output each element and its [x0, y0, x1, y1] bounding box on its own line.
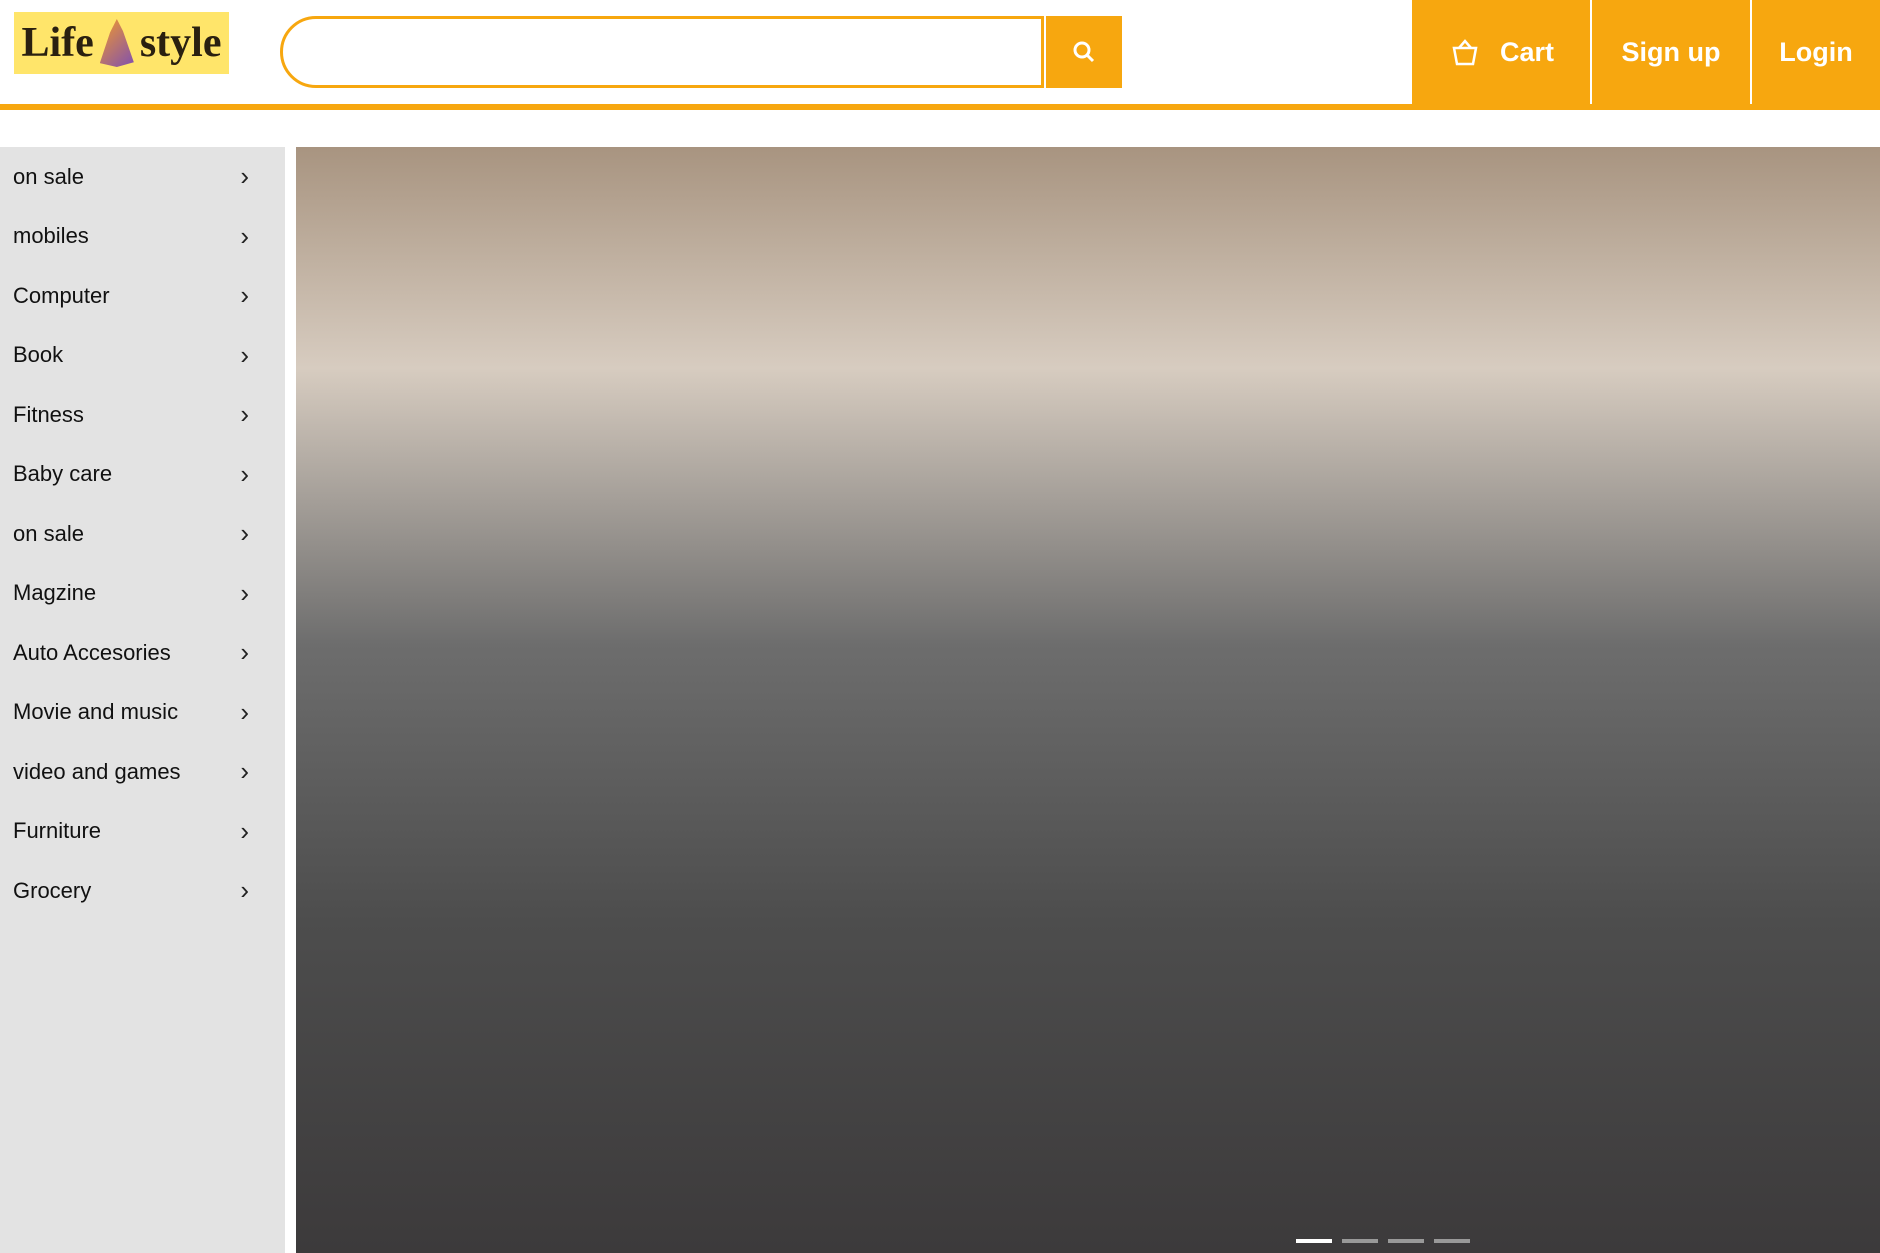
- login-button[interactable]: Login: [1750, 0, 1880, 104]
- sidebar-item-label: on sale: [13, 520, 84, 546]
- slider-dot[interactable]: [1342, 1239, 1378, 1243]
- sidebar-item[interactable]: Fitness ›: [0, 385, 285, 445]
- header-nav: Cart Sign up Login: [1410, 0, 1880, 104]
- sidebar-item-label: video and games: [13, 758, 181, 784]
- sidebar-item[interactable]: video and games ›: [0, 742, 285, 802]
- sidebar-item-label: Book: [13, 342, 64, 368]
- sidebar-item[interactable]: Grocery ›: [0, 861, 285, 921]
- search-input[interactable]: [280, 16, 1044, 88]
- slider-dot[interactable]: [1388, 1239, 1424, 1243]
- site-logo[interactable]: Life style: [14, 12, 229, 74]
- sidebar-item[interactable]: Movie and music ›: [0, 683, 285, 743]
- signup-button[interactable]: Sign up: [1590, 0, 1750, 104]
- chevron-right-icon: ›: [240, 161, 249, 192]
- slider-dot[interactable]: [1296, 1239, 1332, 1243]
- slider-dot[interactable]: [1434, 1239, 1470, 1243]
- sidebar-item-label: Movie and music: [13, 699, 179, 725]
- sidebar-item-label: Computer: [13, 282, 110, 308]
- sidebar-item-label: Furniture: [13, 818, 102, 844]
- chevron-right-icon: ›: [240, 637, 249, 668]
- chevron-right-icon: ›: [240, 280, 249, 311]
- site-header: Life style Cart Sign up Login: [0, 0, 1880, 110]
- slider-dots: [1296, 1239, 1470, 1243]
- sidebar-item-label: Fitness: [13, 401, 84, 427]
- sidebar-item[interactable]: Furniture ›: [0, 802, 285, 862]
- sidebar-item-label: on sale: [13, 163, 84, 189]
- cart-button[interactable]: Cart: [1410, 0, 1590, 104]
- cart-icon: [1452, 39, 1478, 66]
- search-button[interactable]: [1046, 16, 1122, 88]
- chevron-right-icon: ›: [240, 815, 249, 846]
- chevron-right-icon: ›: [240, 220, 249, 251]
- sidebar-item-label: Magzine: [13, 580, 97, 606]
- sidebar-item[interactable]: Book ›: [0, 326, 285, 386]
- logo-text-left: Life: [21, 20, 94, 66]
- sidebar-item-label: Grocery: [13, 877, 92, 903]
- sidebar-item-label: Baby care: [13, 461, 113, 487]
- sidebar-item[interactable]: Computer ›: [0, 266, 285, 326]
- signup-label: Sign up: [1621, 36, 1721, 67]
- sidebar-item[interactable]: Auto Accesories ›: [0, 623, 285, 683]
- sidebar-item[interactable]: Baby care ›: [0, 445, 285, 505]
- chevron-right-icon: ›: [240, 399, 249, 430]
- sidebar-item[interactable]: Magzine ›: [0, 564, 285, 624]
- sidebar-item[interactable]: on sale ›: [0, 147, 285, 207]
- chevron-right-icon: ›: [240, 875, 249, 906]
- sidebar-item[interactable]: on sale ›: [0, 504, 285, 564]
- sidebar-item[interactable]: mobiles ›: [0, 207, 285, 267]
- dancer-logo-icon: [99, 19, 134, 67]
- login-label: Login: [1779, 36, 1853, 67]
- sidebar-item-label: mobiles: [13, 223, 89, 249]
- category-sidebar: on sale › mobiles › Computer › Book › Fitnes…: [0, 147, 285, 1253]
- search-icon: [1073, 41, 1095, 63]
- chevron-right-icon: ›: [240, 339, 249, 370]
- chevron-right-icon: ›: [240, 577, 249, 608]
- hero-banner[interactable]: [296, 147, 1880, 1253]
- chevron-right-icon: ›: [240, 756, 249, 787]
- chevron-right-icon: ›: [240, 518, 249, 549]
- chevron-right-icon: ›: [240, 458, 249, 489]
- logo-text-right: style: [139, 20, 222, 66]
- chevron-right-icon: ›: [240, 696, 249, 727]
- cart-label: Cart: [1499, 36, 1554, 67]
- sidebar-item-label: Auto Accesories: [13, 639, 171, 665]
